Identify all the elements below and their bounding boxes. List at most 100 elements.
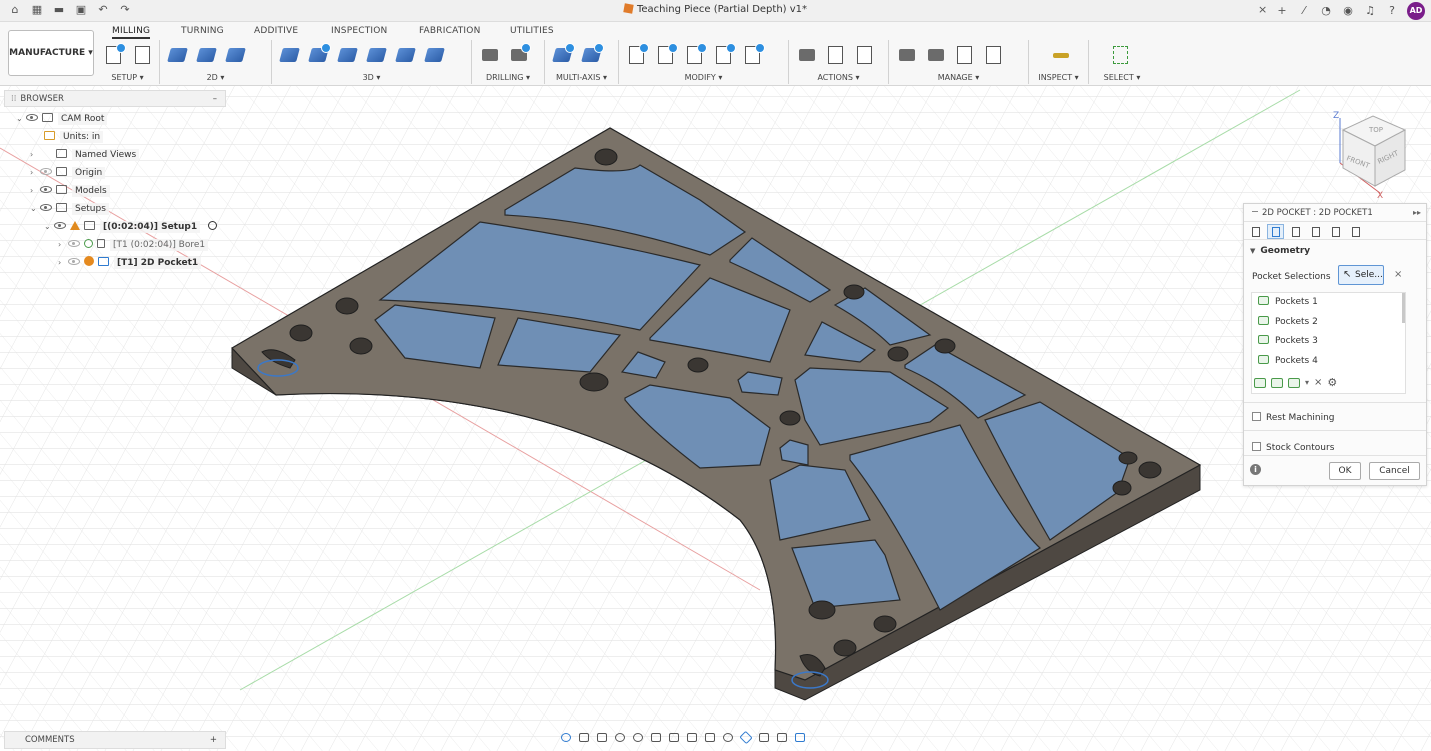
tree-item-models[interactable]: › Models (30, 182, 110, 200)
list-item[interactable]: Pockets 2 (1252, 313, 1405, 333)
visibility-eye-icon[interactable] (40, 168, 52, 175)
list-item[interactable]: Pockets 1 (1252, 293, 1405, 313)
online-status-icon[interactable]: ◉ (1341, 4, 1355, 18)
toolpath-display-icon[interactable] (721, 732, 735, 744)
group-inspect-label[interactable]: INSPECT ▾ (1029, 73, 1088, 82)
contour-icon[interactable] (394, 43, 418, 67)
stock-display-icon[interactable] (739, 730, 753, 745)
grip-icon[interactable] (1252, 211, 1258, 212)
multi-axis-contour-icon[interactable] (580, 43, 604, 67)
tree-item-units[interactable]: Units: in (44, 128, 104, 146)
nc-program-icon[interactable] (131, 43, 155, 67)
visibility-eye-icon[interactable] (40, 186, 52, 193)
2d-adaptive-icon[interactable] (166, 43, 190, 67)
chevron-right-icon[interactable]: › (30, 146, 40, 164)
chevron-down-icon[interactable]: ⌄ (30, 200, 40, 218)
add-silhouette-icon[interactable] (1288, 377, 1300, 388)
tab-milling[interactable]: MILLING (112, 26, 151, 39)
group-drilling-label[interactable]: DRILLING ▾ (472, 73, 544, 82)
tab-turning[interactable]: TURNING (181, 26, 224, 36)
clear-selection-button[interactable]: × (1394, 269, 1402, 280)
visibility-eye-icon[interactable] (68, 258, 80, 265)
setup-sheet-icon[interactable] (853, 43, 877, 67)
tab-fabrication[interactable]: FABRICATION (419, 26, 481, 36)
delete-toolpath-icon[interactable] (654, 43, 678, 67)
visibility-eye-icon[interactable] (26, 114, 38, 121)
tree-item-bore1[interactable]: › [T1 (0:02:04)] Bore1 (58, 236, 209, 254)
active-setup-icon[interactable] (208, 221, 218, 230)
tree-item-cam-root[interactable]: ⌄ CAM Root (16, 110, 108, 128)
section-analysis-icon[interactable] (703, 732, 717, 744)
browser-header[interactable]: ⁞⁞ BROWSER – (4, 90, 226, 107)
tree-item-setup1[interactable]: ⌄ [(0:02:04)] Setup1 (44, 218, 218, 236)
group-modify-label[interactable]: MODIFY ▾ (619, 73, 788, 82)
tree-item-origin[interactable]: › Origin (30, 164, 106, 182)
cancel-button[interactable]: Cancel (1369, 462, 1420, 480)
list-item[interactable]: Pockets 4 (1252, 352, 1405, 372)
group-manage-label[interactable]: MANAGE ▾ (889, 73, 1028, 82)
group-3d-label[interactable]: 3D ▾ (272, 73, 471, 82)
tool-display-icon[interactable] (775, 732, 789, 744)
window-select-icon[interactable] (1109, 43, 1133, 67)
info-icon[interactable]: i (1250, 464, 1261, 475)
chevron-right-icon[interactable]: › (58, 254, 68, 272)
tab-heights[interactable] (1287, 224, 1304, 239)
display-settings-icon[interactable] (649, 732, 663, 744)
chevron-down-icon[interactable]: ⌄ (16, 110, 26, 128)
post-library-icon[interactable] (953, 43, 977, 67)
visibility-eye-icon[interactable] (68, 240, 80, 247)
pan-icon[interactable] (595, 732, 609, 744)
browser-collapse-button[interactable]: – (213, 91, 217, 107)
group-2d-label[interactable]: 2D ▾ (160, 73, 271, 82)
swarf-icon[interactable] (551, 43, 575, 67)
pocket-select-button[interactable]: Sele... (1338, 265, 1384, 285)
tab-tool[interactable] (1247, 224, 1264, 239)
trim-icon[interactable] (625, 43, 649, 67)
tab-additive[interactable]: ADDITIVE (254, 26, 298, 36)
group-multi-axis-label[interactable]: MULTI-AXIS ▾ (545, 73, 618, 82)
group-select-label[interactable]: SELECT ▾ (1089, 73, 1155, 82)
machine-library-icon[interactable] (924, 43, 948, 67)
chevron-down-icon[interactable]: ⌄ (44, 218, 54, 236)
ok-button[interactable]: OK (1329, 462, 1361, 480)
geometry-section-header[interactable]: Geometry (1244, 240, 1426, 256)
pocket-dialog-header[interactable]: 2D POCKET : 2D POCKET1 ▸▸ (1244, 204, 1426, 222)
simulation-display-icon[interactable] (757, 732, 771, 744)
add-face-icon[interactable] (1271, 377, 1283, 388)
measure-icon[interactable] (1049, 43, 1073, 67)
remove-icon[interactable]: × (1314, 377, 1322, 388)
tab-linking[interactable] (1327, 224, 1344, 239)
list-item[interactable]: Pockets 3 (1252, 332, 1405, 352)
link-icon[interactable] (741, 43, 765, 67)
add-chain-icon[interactable] (1254, 377, 1266, 388)
close-tab-button[interactable]: × (1258, 3, 1267, 16)
chevron-down-icon[interactable]: ▾ (1305, 378, 1309, 387)
avatar[interactable]: AD (1407, 2, 1425, 20)
chevron-right-icon[interactable]: › (30, 164, 40, 182)
add-comment-button[interactable]: + (210, 732, 217, 748)
comments-panel[interactable]: COMMENTS + (4, 731, 226, 749)
tab-geometry[interactable] (1267, 224, 1284, 239)
view-cube[interactable]: TOP FRONT RIGHT Z X (1325, 108, 1415, 201)
tab-utilities[interactable]: UTILITIES (510, 26, 554, 36)
tab-inspection[interactable]: INSPECTION (331, 26, 387, 36)
tab-post[interactable] (1347, 224, 1364, 239)
drill-icon[interactable] (478, 43, 502, 67)
simulate-icon[interactable] (795, 43, 819, 67)
notifications-icon[interactable]: ♫ (1363, 4, 1377, 18)
rest-machining-checkbox[interactable]: Rest Machining (1252, 412, 1335, 423)
hole-recognition-icon[interactable] (507, 43, 531, 67)
steep-shallow-icon[interactable] (336, 43, 360, 67)
pattern-icon[interactable] (712, 43, 736, 67)
expand-dialog-button[interactable]: ▸▸ (1413, 204, 1421, 222)
post-process-icon[interactable] (824, 43, 848, 67)
setup-icon[interactable] (102, 43, 126, 67)
2d-pocket-icon[interactable] (195, 43, 219, 67)
face-icon[interactable] (224, 43, 248, 67)
zoom-icon[interactable] (613, 732, 627, 744)
edit-icon[interactable] (683, 43, 707, 67)
list-scrollbar[interactable] (1402, 293, 1405, 323)
grid-settings-icon[interactable] (667, 732, 681, 744)
machine-display-icon[interactable] (793, 732, 807, 744)
viewports-icon[interactable] (685, 732, 699, 744)
